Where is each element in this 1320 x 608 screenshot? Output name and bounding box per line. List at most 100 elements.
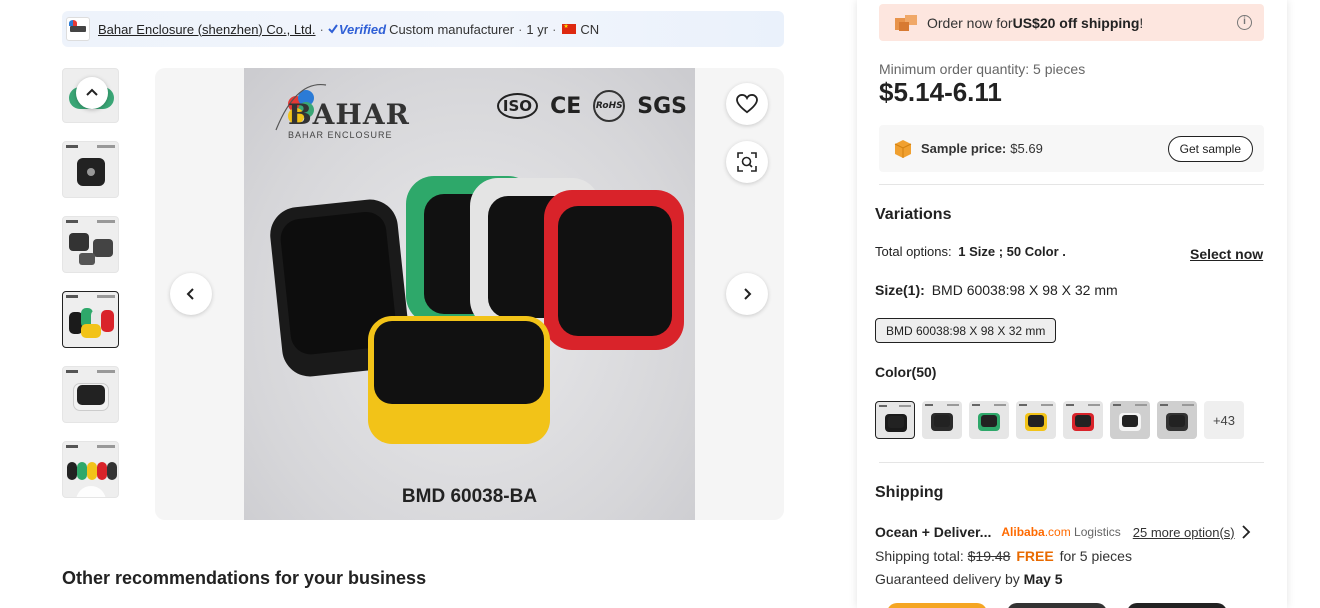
sample-box-icon: [894, 139, 912, 158]
thumbnail-scroll-down-button[interactable]: [76, 486, 106, 498]
supplier-country: CN: [580, 21, 600, 37]
supplier-type: Custom manufacturer: [389, 21, 515, 37]
size-label-value: BMD 60038:98 X 98 X 32 mm: [931, 282, 1118, 298]
delivery-prefix: Guaranteed delivery by: [875, 571, 1020, 587]
color-swatch-5[interactable]: [1063, 401, 1103, 439]
enclosure-yellow: [368, 316, 550, 444]
action-buttons-cut-off: [887, 603, 1227, 608]
separator: ·: [518, 21, 523, 37]
chevron-left-icon: [186, 288, 194, 300]
supplier-years: 1 yr: [526, 21, 549, 37]
promo-prefix: Order now for: [927, 14, 1013, 31]
logistics-domain: .com: [1044, 525, 1071, 539]
guaranteed-delivery: Guaranteed delivery by May 5: [875, 571, 1063, 587]
verified-check-icon: [328, 24, 338, 34]
shipping-method-row: Ocean + Deliver... Alibaba.com Logistics…: [875, 524, 1270, 540]
shipping-heading: Shipping: [875, 484, 944, 501]
alibaba-logistics-logo: Alibaba.com Logistics: [1001, 525, 1120, 539]
chevron-right-icon: [744, 288, 752, 300]
verified-badge: Verified: [328, 22, 386, 37]
add-to-cart-button[interactable]: [1007, 603, 1107, 608]
more-colors-button[interactable]: +43: [1204, 401, 1244, 439]
color-swatch-1[interactable]: [875, 401, 915, 439]
other-recommendations-heading: Other recommendations for your business: [62, 568, 427, 588]
product-photo: BAHAR BAHAR ENCLOSURE ISO CE RoHS SGS BM…: [244, 68, 695, 520]
thumbnail-5[interactable]: [62, 366, 119, 423]
divider: [879, 184, 1264, 185]
rohs-mark: RoHS: [593, 90, 626, 122]
total-options: Total options: 1 Size ; 50 Color .: [875, 244, 1066, 259]
shipping-old-price: $19.48: [967, 548, 1011, 564]
chat-now-button[interactable]: [1127, 603, 1227, 608]
shipping-free: FREE: [1016, 548, 1054, 564]
color-swatch-6[interactable]: [1110, 401, 1150, 439]
chevron-right-icon[interactable]: [1241, 525, 1251, 539]
color-swatch-4[interactable]: [1016, 401, 1056, 439]
china-flag-icon: [562, 24, 577, 34]
verified-label: Verified: [338, 21, 387, 37]
next-image-button[interactable]: [726, 273, 768, 315]
color-swatch-3[interactable]: [969, 401, 1009, 439]
divider: [879, 462, 1264, 463]
price-range: $5.14-6.11: [879, 77, 1002, 107]
sample-price-box: Sample price: $5.69 Get sample: [879, 125, 1264, 172]
get-sample-button[interactable]: Get sample: [1167, 136, 1253, 162]
heart-icon: [736, 94, 758, 114]
favorite-button[interactable]: [726, 83, 768, 125]
chevron-down-icon: [85, 495, 97, 498]
separator: ·: [319, 21, 324, 37]
shipping-for-pieces: for 5 pieces: [1059, 548, 1132, 564]
bahar-logo: BAHAR BAHAR ENCLOSURE: [266, 80, 409, 140]
thumbnail-1[interactable]: [62, 68, 119, 123]
chevron-up-icon: [86, 88, 98, 96]
thumbnail-scroll-up-button[interactable]: [76, 77, 108, 109]
size-label-title: Size(1):: [875, 282, 925, 298]
enclosure-red: [544, 190, 684, 350]
color-swatches: +43: [875, 401, 1244, 439]
shipping-method: Ocean + Deliver...: [875, 524, 992, 540]
brand-sub-text: BAHAR ENCLOSURE: [288, 130, 393, 140]
promo-amount: US$20 off shipping: [1012, 14, 1140, 31]
ce-mark: CE: [550, 93, 582, 119]
minimum-order-quantity: Minimum order quantity: 5 pieces: [879, 61, 1086, 77]
start-order-button[interactable]: [887, 603, 987, 608]
logistics-brand: Alibaba: [1001, 525, 1045, 539]
thumbnail-4-selected[interactable]: [62, 291, 119, 348]
info-icon[interactable]: i: [1237, 15, 1252, 30]
size-option-chip[interactable]: BMD 60038:98 X 98 X 32 mm: [875, 318, 1057, 343]
variations-heading: Variations: [875, 206, 952, 223]
delivery-date: May 5: [1023, 571, 1063, 587]
brand-text: BAHAR: [288, 98, 410, 131]
select-now-link[interactable]: Select now: [1190, 246, 1263, 262]
separator: ·: [552, 21, 557, 37]
color-swatch-7[interactable]: [1157, 401, 1197, 439]
model-number-text: BMD 60038-BA: [401, 486, 538, 507]
supplier-name-link[interactable]: Bahar Enclosure (shenzhen) Co., Ltd.: [98, 22, 316, 37]
order-panel: Order now for US$20 off shipping ! i Min…: [857, 0, 1287, 608]
delivery-box-icon: [895, 14, 917, 31]
size-label: Size(1): BMD 60038:98 X 98 X 32 mm: [875, 282, 1118, 298]
sample-price-value: $5.69: [1010, 141, 1043, 156]
color-swatch-2[interactable]: [922, 401, 962, 439]
iso-mark: ISO: [496, 93, 539, 119]
certification-marks: ISO CE RoHS SGS: [496, 90, 687, 122]
sgs-mark: SGS: [637, 93, 687, 119]
thumbnail-2[interactable]: [62, 141, 119, 198]
image-search-button[interactable]: [726, 141, 768, 183]
more-shipping-options-link[interactable]: 25 more option(s): [1133, 525, 1235, 540]
supplier-logo[interactable]: [66, 17, 90, 41]
sample-price-label: Sample price:: [921, 141, 1007, 156]
thumbnail-6[interactable]: [62, 441, 119, 498]
image-search-icon: [737, 152, 757, 172]
main-product-image-viewer: BAHAR BAHAR ENCLOSURE ISO CE RoHS SGS BM…: [155, 68, 784, 520]
shipping-total: Shipping total: $19.48 FREE for 5 pieces: [875, 548, 1132, 564]
supplier-bar: Bahar Enclosure (shenzhen) Co., Ltd. · V…: [62, 11, 784, 47]
logistics-suffix: Logistics: [1070, 525, 1121, 539]
thumbnail-3[interactable]: [62, 216, 119, 273]
color-label: Color(50): [875, 364, 937, 380]
shipping-promo-banner: Order now for US$20 off shipping ! i: [879, 4, 1264, 41]
total-options-label: Total options:: [875, 244, 952, 259]
previous-image-button[interactable]: [170, 273, 212, 315]
promo-suffix: !: [1139, 14, 1144, 31]
total-options-value: 1 Size ; 50 Color .: [958, 244, 1066, 259]
